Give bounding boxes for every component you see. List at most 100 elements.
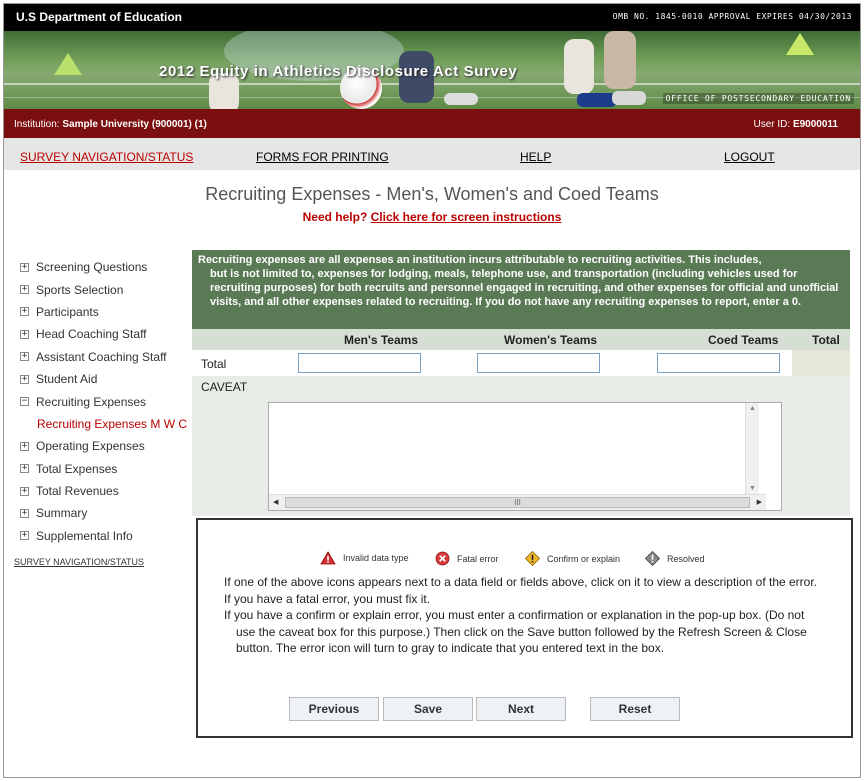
error-legend-box: Invalid data type Fatal error Confirm or… [196,518,853,738]
reset-button[interactable]: Reset [590,697,680,721]
nav-survey-navigation[interactable]: SURVEY NAVIGATION/STATUS [20,150,193,164]
sidebar-survey-navigation-link[interactable]: SURVEY NAVIGATION/STATUS [14,557,195,567]
legend-fatal-label: Fatal error [457,553,499,564]
cone-icon [54,53,82,75]
sidebar-item-label: Supplemental Info [36,528,133,543]
column-header-total: Total [812,333,840,347]
nav-logout[interactable]: LOGOUT [724,150,775,164]
expand-icon: + [20,440,29,451]
sidebar-item-student-aid[interactable]: + Student Aid [20,368,195,390]
sidebar-item-label: Screening Questions [36,260,148,275]
top-bar: U.S Department of Education OMB NO. 1845… [4,4,860,31]
institution-label: Institution: [14,119,60,130]
expand-icon: + [20,530,29,541]
mens-teams-input[interactable] [298,353,421,373]
expand-icon: + [20,485,29,496]
page-title: Recruiting Expenses - Men's, Women's and… [205,184,659,204]
column-header-womens: Women's Teams [504,333,598,347]
row-label: Total [201,357,227,371]
womens-teams-input[interactable] [477,353,600,373]
scroll-right-icon[interactable]: ▶ [757,498,762,506]
legend-confirm-label: Confirm or explain [547,553,621,564]
expand-icon: + [20,284,29,295]
vertical-scrollbar[interactable]: ▲ ▼ [745,403,759,494]
resolved-icon [645,551,660,566]
player-shoe [444,93,478,105]
screen-instructions-link[interactable]: Click here for screen instructions [371,210,562,224]
expand-icon: + [20,463,29,474]
user-id-label: User ID: [753,119,791,130]
horizontal-scrollbar[interactable]: ◀ III ▶ [269,494,766,510]
nav-help[interactable]: HELP [520,150,551,164]
coed-teams-input[interactable] [657,353,780,373]
scroll-down-icon[interactable]: ▼ [749,485,756,492]
player-shoe [577,93,617,107]
sidebar-item-label: Summary [36,506,88,521]
need-help: Need help? Click here for screen instruc… [4,210,860,224]
instructions-description: Recruiting expenses are all expenses an … [192,250,850,329]
user-id-value: E9000011 [792,119,838,130]
legend-fatal: Fatal error [435,551,499,566]
column-header-coed: Coed Teams [708,333,779,347]
table-row: Total [192,350,850,376]
cone-icon [786,33,814,55]
sidebar-item-total-expenses[interactable]: + Total Expenses [20,458,195,480]
sidebar-item-operating-expenses[interactable]: + Operating Expenses [20,435,195,457]
legend-resolved-label: Resolved [667,553,705,564]
expand-icon: + [20,507,29,518]
sidebar-item-label: Assistant Coaching Staff [36,349,167,364]
sidebar-item-recruiting-expenses[interactable]: − Recruiting Expenses [20,390,195,412]
error-instructions: If one of the above icons appears next t… [224,574,826,657]
expand-icon: + [20,306,29,317]
total-cell [792,350,850,376]
player-leg [564,39,594,94]
caveat-header: CAVEAT [192,376,850,397]
nav-forms-for-printing[interactable]: FORMS FOR PRINTING [256,150,389,164]
expand-icon: + [20,351,29,362]
warning-triangle-icon [320,551,336,565]
sidebar-item-label: Participants [36,304,99,319]
need-help-label: Need help? [302,210,368,224]
legend-confirm: Confirm or explain [525,551,620,566]
legend-invalid: Invalid data type [320,551,409,565]
department-name: U.S Department of Education [16,10,183,24]
next-button[interactable]: Next [476,697,566,721]
collapse-icon: − [20,396,29,407]
sidebar-item-assistant-coaching-staff[interactable]: + Assistant Coaching Staff [20,346,195,368]
sidebar-item-recruiting-expenses-mwc[interactable]: Recruiting Expenses M W C [20,413,195,435]
sidebar-item-label: Total Expenses [36,461,118,476]
scroll-up-icon[interactable]: ▲ [749,405,756,412]
main-nav: SURVEY NAVIGATION/STATUS FORMS FOR PRINT… [4,138,860,170]
save-button[interactable]: Save [383,697,473,721]
description-line: Recruiting expenses are all expenses an … [198,254,762,266]
omb-approval: OMB NO. 1845-0010 APPROVAL EXPIRES 04/30… [612,12,852,21]
confirm-explain-icon [525,551,540,566]
survey-title: 2012 Equity in Athletics Disclosure Act … [159,63,518,80]
sidebar-item-label: Recruiting Expenses [36,394,147,409]
sidebar-item-participants[interactable]: + Participants [20,301,195,323]
sidebar-item-screening-questions[interactable]: + Screening Questions [20,256,195,278]
instruction-paragraph: If one of the above icons appears next t… [224,575,818,589]
expand-icon: + [20,373,29,384]
sidebar-item-supplemental-info[interactable]: + Supplemental Info [20,525,195,547]
error-legend: Invalid data type Fatal error Confirm or… [320,549,740,567]
scroll-thumb[interactable]: III [285,497,750,508]
legend-invalid-label: Invalid data type [343,553,409,563]
sidebar-item-sports-selection[interactable]: + Sports Selection [20,278,195,300]
sidebar-item-head-coaching-staff[interactable]: + Head Coaching Staff [20,323,195,345]
scroll-left-icon[interactable]: ◀ [273,498,278,506]
caveat-area: ▲ ▼ ◀ III ▶ [192,397,850,516]
instruction-paragraph: If you have a fatal error, you must fix … [224,591,431,606]
sidebar: + Screening Questions + Sports Selection +… [14,256,195,567]
office-name: OFFICE OF POSTSECONDARY EDUCATION [662,93,854,104]
sidebar-item-label: Recruiting Expenses M W C [37,416,188,431]
sidebar-item-summary[interactable]: + Summary [20,502,195,524]
sidebar-item-total-revenues[interactable]: + Total Revenues [20,480,195,502]
page-frame: U.S Department of Education OMB NO. 1845… [3,3,861,778]
instruction-paragraph: If you have a confirm or explain error, … [224,608,807,655]
caveat-label: CAVEAT [201,380,248,394]
player-shoe [612,91,646,105]
previous-button[interactable]: Previous [289,697,379,721]
institution-info: Institution: Sample University (900001) … [14,119,207,130]
column-headers: Men's Teams Women's Teams Coed Teams Tot… [192,329,850,350]
